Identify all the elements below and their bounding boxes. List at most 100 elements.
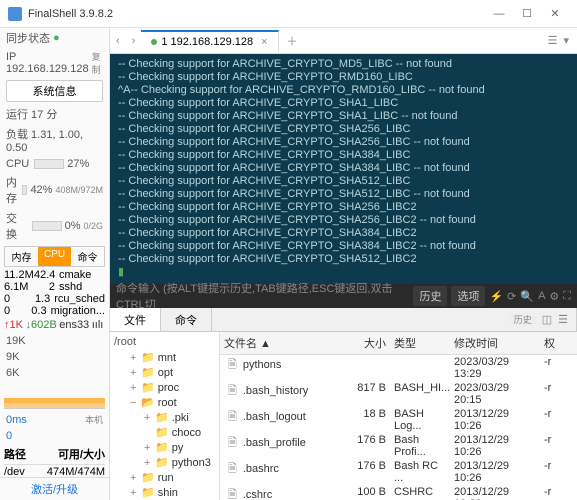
expand-icon: + (130, 382, 138, 394)
menu-icon[interactable]: ▾ (563, 34, 569, 47)
history-button[interactable]: 历史 (413, 286, 447, 306)
file-row[interactable]: 🗎.cshrc100 BCSHRC 文...2013/12/29 10:26-r (220, 485, 577, 500)
tab-mem[interactable]: 内存 (5, 247, 38, 266)
proc-row[interactable]: 6.1M2sshd (4, 281, 105, 293)
proc-row[interactable]: 11.2M42.4cmake (4, 269, 105, 281)
file-manager: /root +📁 mnt+📁 opt+📁 proc−📂 root+📁 .pki📁… (110, 332, 577, 500)
file-row[interactable]: 🗎.bash_profile176 BBash Profi...2013/12/… (220, 433, 577, 459)
tab-prev-icon[interactable]: ‹ (110, 35, 126, 47)
ping-v: 0 (6, 430, 12, 442)
breadcrumb[interactable]: /root (112, 334, 217, 350)
mem-label: 内存 (6, 174, 17, 206)
cpu-bar (34, 159, 64, 169)
folder-icon: 📁 (141, 486, 155, 499)
folder-icon: 📁 (141, 366, 155, 379)
tree-node[interactable]: +📁 py (112, 440, 217, 455)
term-line: -- Checking support for ARCHIVE_CRYPTO_S… (118, 97, 569, 110)
ping-host: 本机 (85, 413, 103, 426)
tab-add-icon[interactable]: ＋ (279, 33, 306, 49)
tabbar: ‹ › 1 192.168.129.128 × ＋ ☰ ▾ (110, 28, 577, 54)
tree-node[interactable]: +📁 .pki (112, 410, 217, 425)
tree-node[interactable]: +📁 run (112, 470, 217, 485)
disk-row[interactable]: /dev474M/474M (4, 465, 105, 477)
app-logo (8, 7, 22, 21)
copy-button[interactable]: 复制 (92, 50, 103, 76)
proc-table: 11.2M42.4cmake6.1M2sshd01.3rcu_sched00.3… (0, 269, 109, 317)
sync-status-label: 同步状态 (6, 30, 50, 46)
options-button[interactable]: 选项 (451, 286, 485, 306)
file-icon: 🗎 (224, 359, 241, 371)
cpu-label: CPU (6, 158, 29, 170)
term-line: -- Checking support for ARCHIVE_CRYPTO_S… (118, 227, 569, 240)
file-icon: 🗎 (224, 411, 241, 423)
settings-icon[interactable]: ⚙ (549, 290, 559, 303)
file-icon: 🗎 (224, 437, 241, 449)
list-icon[interactable]: ☰ (558, 313, 568, 326)
tree-node[interactable]: +📁 opt (112, 365, 217, 380)
term-line: -- Checking support for ARCHIVE_CRYPTO_M… (118, 58, 569, 71)
tree-node[interactable]: +📁 mnt (112, 350, 217, 365)
folder-icon: 📁 (155, 456, 169, 469)
minimize-button[interactable]: — (485, 4, 513, 24)
term-line: -- Checking support for ARCHIVE_CRYPTO_S… (118, 214, 569, 227)
term-line: ^A-- Checking support for ARCHIVE_CRYPTO… (118, 84, 569, 97)
folder-icon: 📂 (141, 396, 155, 409)
proc-row[interactable]: 01.3rcu_sched (4, 293, 105, 305)
refresh-icon[interactable]: ⟳ (507, 290, 516, 303)
file-row[interactable]: 🗎.bash_logout18 BBASH Log...2013/12/29 1… (220, 407, 577, 433)
tree-node[interactable]: +📁 python3 (112, 455, 217, 470)
activate-button[interactable]: 激活/升级 (0, 477, 109, 500)
file-row[interactable]: 🗎pythons2023/03/29 13:29-r (220, 355, 577, 381)
tab-files[interactable]: 文件 (110, 308, 161, 331)
tab-cmd[interactable]: 命令 (71, 247, 104, 266)
status-dot: ● (53, 32, 60, 44)
file-header[interactable]: 文件名 ▲大小类型修改时间权 (220, 332, 577, 355)
tab-next-icon[interactable]: › (126, 35, 142, 47)
maximize-button[interactable]: ☐ (513, 4, 541, 24)
tab-close-icon[interactable]: × (261, 36, 267, 48)
proc-row[interactable]: 00.3migration... (4, 305, 105, 317)
net-stats: ↑1K ↓602B ens33 ıılı (0, 317, 109, 333)
session-tab[interactable]: 1 192.168.129.128 × (141, 30, 278, 52)
proc-tabs[interactable]: 内存 CPU 命令 (4, 246, 105, 267)
expand-icon: + (130, 472, 138, 484)
disk-table: 路径可用/大小 /dev474M/474M/dev/shm486M/486M/r… (0, 444, 109, 477)
file-icon: 🗎 (224, 385, 241, 397)
tab-label: 1 192.168.129.128 (161, 36, 253, 48)
swap-bar (32, 221, 61, 231)
ping-ms: 0ms (6, 414, 27, 426)
terminal[interactable]: -- Checking support for ARCHIVE_CRYPTO_M… (110, 54, 577, 284)
file-row[interactable]: 🗎.bashrc176 BBash RC ...2013/12/29 10:26… (220, 459, 577, 485)
tab-commands[interactable]: 命令 (161, 308, 212, 331)
tree-node[interactable]: −📂 root (112, 395, 217, 410)
sidebar-toggle-icon[interactable]: ☰ (548, 34, 558, 47)
term-line: -- Checking support for ARCHIVE_CRYPTO_S… (118, 162, 569, 175)
history-badge[interactable]: 历史 (510, 313, 536, 326)
font-inc-icon[interactable]: A (538, 290, 545, 302)
dir-tree[interactable]: /root +📁 mnt+📁 opt+📁 proc−📂 root+📁 .pki📁… (110, 332, 220, 500)
file-list[interactable]: 文件名 ▲大小类型修改时间权 🗎pythons2023/03/29 13:29-… (220, 332, 577, 500)
swap-val: 0/2G (83, 221, 103, 231)
expand-icon: + (130, 367, 138, 379)
term-line: -- Checking support for ARCHIVE_CRYPTO_S… (118, 110, 569, 123)
net-up: ↑1K (4, 319, 23, 331)
tree-node[interactable]: +📁 proc (112, 380, 217, 395)
tree-node[interactable]: 📁 choco (112, 425, 217, 440)
search-icon[interactable]: 🔍 (520, 290, 534, 303)
expand-icon: + (130, 487, 138, 499)
file-icon: 🗎 (224, 489, 241, 500)
mem-bar (22, 185, 27, 195)
sparkline (4, 383, 105, 409)
expand-icon: + (144, 442, 152, 454)
tree-node[interactable]: +📁 shin (112, 485, 217, 500)
mem-pct: 42% (30, 184, 52, 196)
sysinfo-button[interactable]: 系统信息 (6, 80, 103, 102)
flash-icon[interactable]: ⚡ (489, 290, 503, 303)
maximize-icon[interactable]: ⛶ (563, 290, 571, 303)
file-row[interactable]: 🗎.bash_history817 BBASH_HI...2023/03/29 … (220, 381, 577, 407)
tab-cpu[interactable]: CPU (38, 247, 71, 266)
term-line: -- Checking support for ARCHIVE_CRYPTO_S… (118, 201, 569, 214)
close-button[interactable]: ✕ (541, 4, 569, 24)
command-bar: 命令输入 (按ALT键提示历史,TAB键路径,ESC键返回,双击CTRL切 历史… (110, 284, 577, 308)
layout-icon[interactable]: ◫ (542, 313, 552, 326)
